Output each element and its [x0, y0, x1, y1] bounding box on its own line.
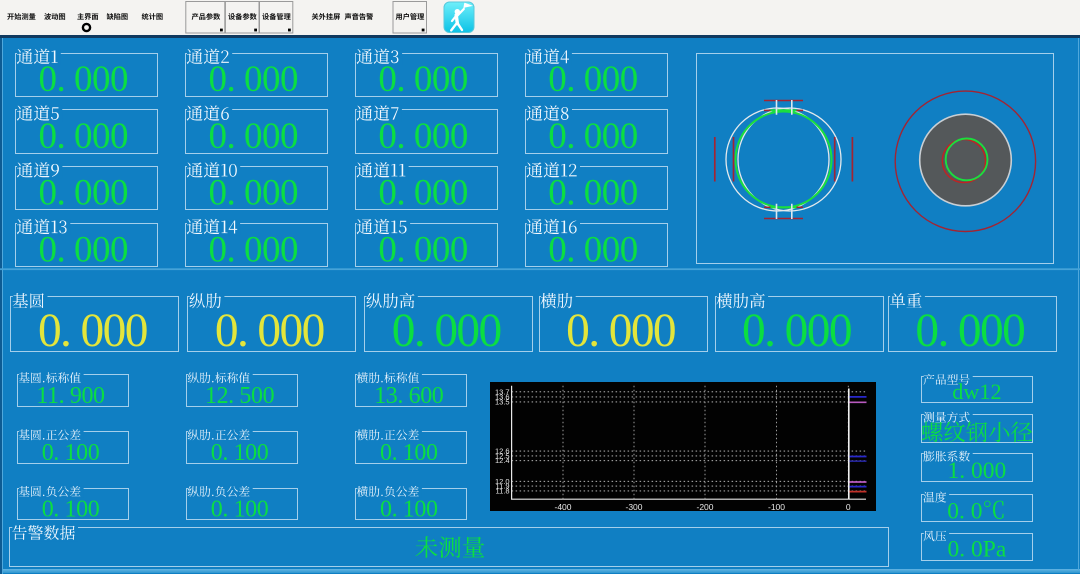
- svg-text:1. 000: 1. 000: [948, 458, 1007, 484]
- svg-text:0. 000: 0. 000: [742, 305, 851, 357]
- svg-text:0: 0: [846, 502, 851, 512]
- svg-text:0. 000: 0. 000: [215, 305, 324, 357]
- svg-text:0. 000: 0. 000: [208, 229, 298, 270]
- svg-text:13. 600: 13. 600: [374, 383, 444, 409]
- svg-text:0. 100: 0. 100: [380, 497, 438, 523]
- svg-text:11. 900: 11. 900: [36, 383, 105, 409]
- svg-text:0. 000: 0. 000: [39, 173, 129, 214]
- svg-text:0. 100: 0. 100: [211, 497, 269, 523]
- svg-text:0. 100: 0. 100: [211, 440, 269, 466]
- svg-text:0. 000: 0. 000: [39, 116, 129, 157]
- svg-text:11.8: 11.8: [496, 486, 510, 495]
- svg-text:0. 000: 0. 000: [39, 59, 129, 100]
- svg-text:12. 500: 12. 500: [205, 383, 275, 409]
- svg-text:-200: -200: [696, 502, 713, 512]
- svg-text:12.4: 12.4: [495, 456, 510, 465]
- svg-text:0. 000: 0. 000: [378, 229, 468, 270]
- svg-text:0. 000: 0. 000: [548, 59, 638, 100]
- svg-text:0. 0: 0. 0: [947, 499, 982, 525]
- svg-text:13.5: 13.5: [495, 397, 510, 406]
- svg-text:0. 100: 0. 100: [380, 440, 438, 466]
- svg-text:0. 000: 0. 000: [915, 305, 1024, 357]
- svg-text:0. 000: 0. 000: [378, 173, 468, 214]
- svg-text:dw12: dw12: [952, 379, 1001, 404]
- svg-text:0. 000: 0. 000: [39, 229, 129, 270]
- svg-text:0. 000: 0. 000: [378, 116, 468, 157]
- svg-text:-300: -300: [625, 502, 642, 512]
- svg-text:0. 000: 0. 000: [566, 305, 675, 357]
- svg-text:0. 100: 0. 100: [42, 497, 100, 523]
- svg-text:0. 000: 0. 000: [548, 173, 638, 214]
- svg-text:0. 000: 0. 000: [392, 305, 501, 357]
- svg-text:-100: -100: [768, 502, 785, 512]
- svg-text:0. 000: 0. 000: [378, 59, 468, 100]
- svg-text:0. 100: 0. 100: [42, 440, 100, 466]
- svg-text:0. 000: 0. 000: [208, 59, 298, 100]
- svg-text:-400: -400: [554, 502, 571, 512]
- svg-text:0. 000: 0. 000: [548, 229, 638, 270]
- svg-text:0. 0Pa: 0. 0Pa: [948, 537, 1007, 563]
- svg-text:0. 000: 0. 000: [38, 305, 147, 357]
- svg-text:0. 000: 0. 000: [548, 116, 638, 157]
- svg-text:0. 000: 0. 000: [208, 173, 298, 214]
- svg-text:0. 000: 0. 000: [208, 116, 298, 157]
